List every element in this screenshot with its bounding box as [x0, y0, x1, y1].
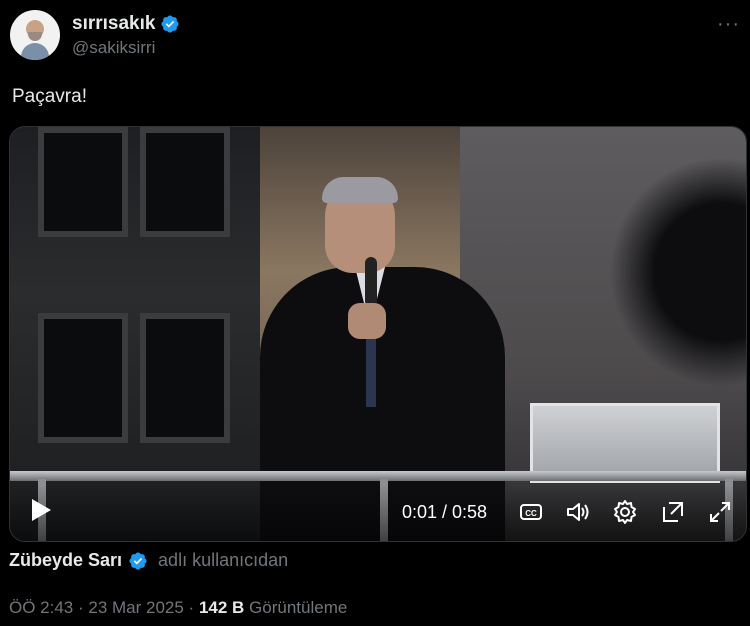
- video-window: [38, 313, 128, 443]
- author-display-name[interactable]: sırrısakık: [72, 13, 155, 35]
- tweet-time[interactable]: ÖÖ 2:43: [9, 598, 73, 617]
- captions-icon[interactable]: CC: [518, 499, 544, 525]
- tweet-text: Paçavra!: [12, 86, 87, 107]
- tweet-meta: ÖÖ 2:43 · 23 Mar 2025 · 142 B Görüntülem…: [9, 598, 347, 618]
- play-icon[interactable]: [30, 498, 52, 522]
- meta-separator: ·: [183, 598, 199, 617]
- video-speaker-hand: [348, 303, 386, 339]
- video-time: 0:01 / 0:58: [402, 502, 488, 522]
- avatar[interactable]: [10, 10, 60, 60]
- video-attribution: Zübeyde Sarı adlı kullanıcıdan: [9, 550, 288, 571]
- video-railing: [10, 471, 746, 481]
- tweet-header: sırrısakık @sakiksirri ···: [10, 10, 740, 62]
- svg-text:CC: CC: [525, 509, 537, 518]
- attribution-name[interactable]: Zübeyde Sarı: [9, 550, 122, 571]
- video-window: [140, 313, 230, 443]
- attribution-suffix: adlı kullanıcıdan: [158, 550, 289, 570]
- pop-out-icon[interactable]: [660, 499, 686, 525]
- settings-gear-icon[interactable]: [612, 499, 638, 525]
- name-row: sırrısakık: [72, 13, 180, 35]
- video-speaker-hair: [322, 177, 398, 203]
- more-horizontal-icon[interactable]: ···: [717, 14, 740, 34]
- fullscreen-icon[interactable]: [707, 499, 733, 525]
- video-microphone: [365, 257, 377, 307]
- author-handle[interactable]: @sakiksirri: [72, 38, 155, 58]
- view-label: Görüntüleme: [249, 598, 348, 617]
- volume-icon[interactable]: [565, 499, 591, 525]
- verified-badge-icon: [129, 551, 147, 570]
- video-window: [38, 127, 128, 237]
- video-player[interactable]: 0:01 / 0:58 CC: [9, 126, 747, 542]
- verified-badge-icon: [161, 15, 180, 33]
- video-window: [140, 127, 230, 237]
- meta-separator: ·: [73, 598, 89, 617]
- view-count: 142 B: [198, 598, 245, 617]
- tweet-date[interactable]: 23 Mar 2025: [88, 598, 183, 617]
